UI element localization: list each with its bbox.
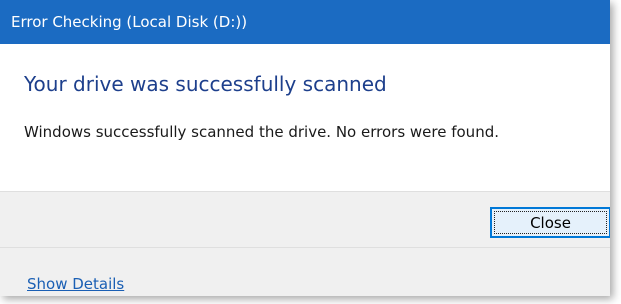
close-button-label: Close: [530, 213, 571, 232]
dialog-content: Your drive was successfully scanned Wind…: [0, 44, 610, 191]
error-checking-dialog: Error Checking (Local Disk (D:)) Your dr…: [0, 0, 610, 296]
title-bar[interactable]: Error Checking (Local Disk (D:)): [0, 0, 610, 44]
window-title: Error Checking (Local Disk (D:)): [11, 13, 248, 31]
button-area: Close: [0, 191, 610, 248]
show-details-link[interactable]: Show Details: [27, 275, 124, 293]
result-message: Windows successfully scanned the drive. …: [24, 123, 499, 141]
main-instruction: Your drive was successfully scanned: [24, 72, 387, 96]
dialog-footer: Show Details: [0, 247, 610, 296]
close-button[interactable]: Close: [490, 207, 610, 238]
